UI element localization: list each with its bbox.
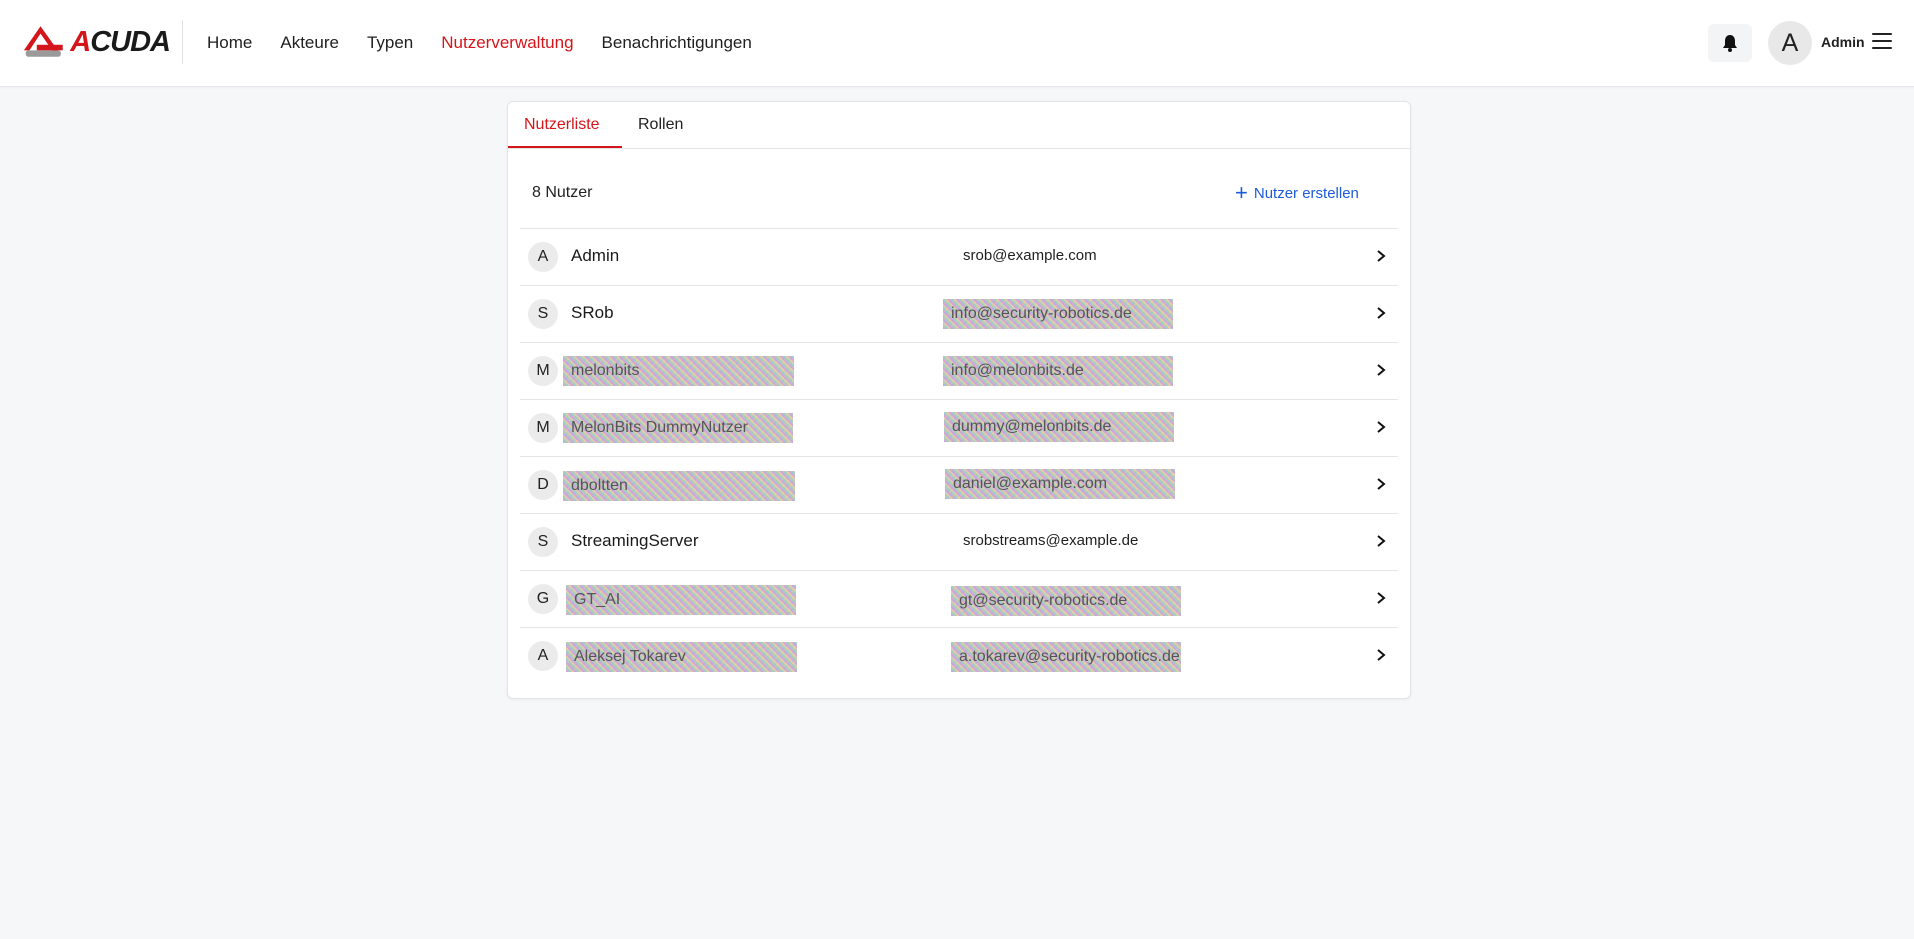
logo-text: ACUDA <box>70 25 171 58</box>
redacted-email: daniel@example.com <box>945 469 1175 499</box>
tab-rollen[interactable]: Rollen <box>638 116 683 134</box>
chevron-right-icon <box>1377 421 1386 433</box>
user-initial-avatar: A <box>528 242 558 272</box>
nav-item-akteure[interactable]: Akteure <box>280 33 339 53</box>
user-name: SRob <box>571 303 614 322</box>
user-row[interactable]: A Admin srob@example.com <box>520 228 1398 285</box>
user-initial-avatar: M <box>528 356 558 386</box>
user-initial-avatar: M <box>528 413 558 443</box>
user-initial-avatar: G <box>528 584 558 614</box>
chevron-right-icon <box>1377 307 1386 319</box>
main-nav: Home Akteure Typen Nutzerverwaltung Bena… <box>207 0 780 86</box>
user-row[interactable]: S SRob info@security-robotics.de <box>520 285 1398 342</box>
create-user-label: Nutzer erstellen <box>1253 184 1359 202</box>
user-avatar[interactable]: A <box>1768 21 1812 65</box>
tab-nutzerliste[interactable]: Nutzerliste <box>524 116 600 134</box>
chevron-right-icon <box>1377 535 1386 547</box>
chevron-right-icon <box>1377 592 1386 604</box>
user-email: srob@example.com <box>963 247 1097 264</box>
bell-icon <box>1723 35 1737 52</box>
nav-item-typen[interactable]: Typen <box>367 33 413 53</box>
user-row[interactable]: S StreamingServer srobstreams@example.de <box>520 513 1398 570</box>
user-row[interactable]: A Aleksej Tokarev a.tokarev@security-rob… <box>520 627 1398 684</box>
user-name[interactable]: Admin <box>1821 34 1865 50</box>
active-tab-indicator <box>508 146 622 148</box>
acuda-logo[interactable]: ACUDA <box>22 22 171 62</box>
user-row[interactable]: D dboltten daniel@example.com <box>520 456 1398 513</box>
user-row[interactable]: M melonbits info@melonbits.de <box>520 342 1398 399</box>
chevron-right-icon <box>1377 478 1386 490</box>
nav-item-nutzerverwaltung[interactable]: Nutzerverwaltung <box>441 33 573 53</box>
user-name: Admin <box>571 246 620 265</box>
user-count: 8 Nutzer <box>532 184 593 201</box>
redacted-email: info@melonbits.de <box>943 356 1173 386</box>
hamburger-menu-icon[interactable] <box>1872 33 1892 49</box>
redacted-name: GT_AI <box>566 585 796 615</box>
tab-bar: Nutzerliste Rollen <box>508 102 1410 149</box>
chevron-right-icon <box>1377 364 1386 376</box>
redacted-email: gt@security-robotics.de <box>951 586 1181 616</box>
chevron-right-icon <box>1377 250 1386 262</box>
user-row[interactable]: M MelonBits DummyNutzer dummy@melonbits.… <box>520 399 1398 456</box>
notifications-button[interactable] <box>1708 24 1752 62</box>
redacted-email: dummy@melonbits.de <box>944 412 1174 442</box>
user-list: A Admin srob@example.com S SRob info@sec… <box>520 228 1398 684</box>
user-initial-avatar: S <box>528 299 558 329</box>
user-management-card: Nutzerliste Rollen 8 Nutzer + Nutzer ers… <box>507 101 1411 699</box>
user-initial-avatar: A <box>528 641 558 671</box>
plus-icon: + <box>1235 180 1248 205</box>
nav-item-benachrichtigungen[interactable]: Benachrichtigungen <box>602 33 752 53</box>
user-name: StreamingServer <box>571 531 699 550</box>
logo-mark-icon <box>23 26 63 57</box>
redacted-name: Aleksej Tokarev <box>566 642 797 672</box>
redacted-name: melonbits <box>563 356 794 386</box>
create-user-button[interactable]: + Nutzer erstellen <box>1235 182 1359 204</box>
top-header: ACUDA Home Akteure Typen Nutzerverwaltun… <box>0 0 1914 87</box>
redacted-email: a.tokarev@security-robotics.de <box>951 642 1181 672</box>
user-initial-avatar: D <box>528 470 558 500</box>
user-row[interactable]: G GT_AI gt@security-robotics.de <box>520 570 1398 627</box>
user-initial-avatar: S <box>528 527 558 557</box>
redacted-name: MelonBits DummyNutzer <box>563 413 793 443</box>
redacted-name: dboltten <box>563 471 795 501</box>
header-divider <box>182 20 183 64</box>
chevron-right-icon <box>1377 649 1386 661</box>
user-email: srobstreams@example.de <box>963 532 1139 549</box>
redacted-email: info@security-robotics.de <box>943 299 1173 329</box>
nav-item-home[interactable]: Home <box>207 33 252 53</box>
